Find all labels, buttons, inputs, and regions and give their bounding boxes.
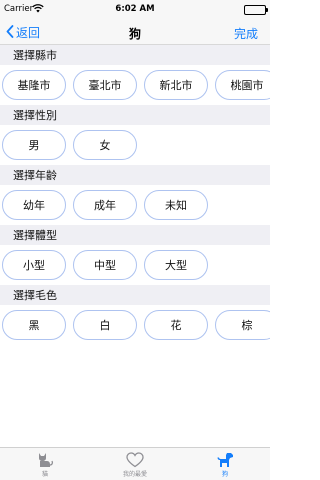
tab-dog-label: 狗	[221, 471, 228, 478]
size-options: 小型 中型 大型	[0, 245, 270, 285]
filter-list: 選擇縣市 基隆市 臺北市 新北市 桃園市 選擇性別 男 女 選擇年齡 幼年 成年…	[0, 45, 270, 345]
navigation-bar: 返回 狗 完成	[0, 20, 270, 45]
city-option-keelung[interactable]: 基隆市	[2, 70, 66, 100]
tab-cat-label: 貓	[41, 471, 48, 478]
tab-favorites[interactable]: 我的最愛	[105, 452, 165, 478]
section-header-color: 選擇毛色	[0, 285, 270, 305]
color-option-black[interactable]: 黑	[2, 310, 66, 340]
color-option-brown[interactable]: 棕	[215, 310, 270, 340]
gender-option-female[interactable]: 女	[73, 130, 137, 160]
battery-icon	[244, 5, 268, 15]
status-bar: Carrier 6:02 AM	[0, 0, 270, 20]
cat-icon	[15, 452, 75, 468]
gender-option-male[interactable]: 男	[2, 130, 66, 160]
section-header-size: 選擇體型	[0, 225, 270, 245]
section-header-gender: 選擇性別	[0, 105, 270, 125]
age-options: 幼年 成年 未知	[0, 185, 270, 225]
color-option-white[interactable]: 白	[73, 310, 137, 340]
city-options: 基隆市 臺北市 新北市 桃園市	[0, 65, 270, 105]
age-option-young[interactable]: 幼年	[2, 190, 66, 220]
page-title: 狗	[128, 27, 141, 41]
status-time: 6:02 AM	[115, 4, 155, 14]
color-option-spotted[interactable]: 花	[144, 310, 208, 340]
city-option-taoyuan[interactable]: 桃園市	[215, 70, 270, 100]
city-option-taipei[interactable]: 臺北市	[73, 70, 137, 100]
tab-favorites-label: 我的最愛	[122, 471, 147, 478]
tab-bar: 貓 我的最愛 狗	[0, 447, 270, 480]
heart-icon	[105, 452, 165, 468]
section-header-age: 選擇年齡	[0, 165, 270, 185]
age-option-unknown[interactable]: 未知	[144, 190, 208, 220]
section-header-city: 選擇縣市	[0, 45, 270, 65]
age-option-adult[interactable]: 成年	[73, 190, 137, 220]
color-options: 黑 白 花 棕	[0, 305, 270, 345]
dog-icon	[195, 452, 255, 468]
size-option-medium[interactable]: 中型	[73, 250, 137, 280]
size-option-large[interactable]: 大型	[144, 250, 208, 280]
city-option-new-taipei[interactable]: 新北市	[144, 70, 208, 100]
size-option-small[interactable]: 小型	[2, 250, 66, 280]
tab-cat[interactable]: 貓	[15, 452, 75, 478]
gender-options: 男 女	[0, 125, 270, 165]
tab-dog[interactable]: 狗	[195, 452, 255, 478]
done-button[interactable]: 完成	[234, 25, 258, 42]
